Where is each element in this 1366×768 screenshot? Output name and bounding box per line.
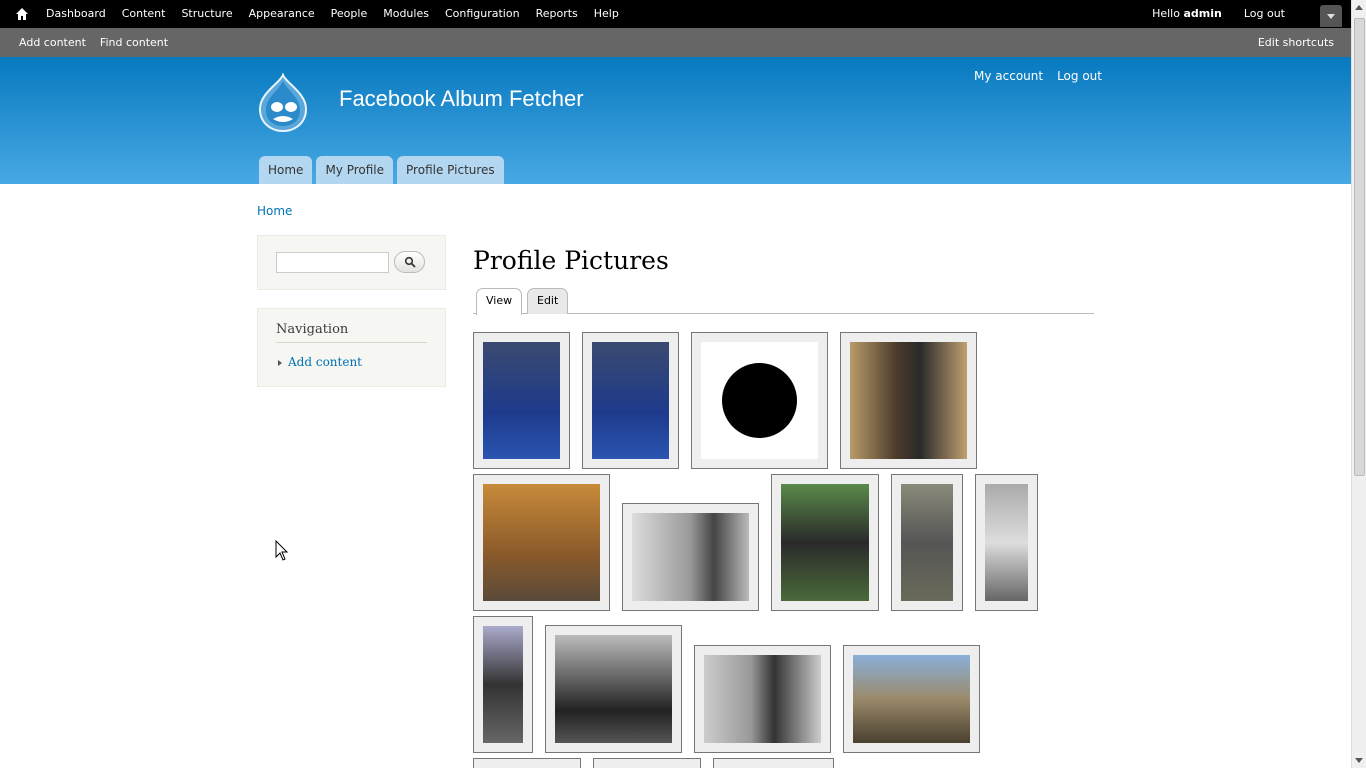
user-area: Hello admin Log out	[1152, 0, 1285, 28]
drupal-logo[interactable]	[256, 73, 310, 133]
bullet-icon	[278, 360, 282, 366]
profile-picture-10[interactable]	[473, 616, 533, 753]
my-account-link[interactable]: My account	[974, 69, 1043, 83]
admin-menu-dashboard[interactable]: Dashboard	[38, 0, 114, 28]
mouse-cursor-icon	[275, 540, 289, 561]
profile-picture-14[interactable]	[473, 758, 581, 768]
nav-add-content-link[interactable]: Add content	[288, 355, 362, 369]
shortcut-add-content[interactable]: Add content	[12, 28, 93, 57]
admin-menu-appearance[interactable]: Appearance	[241, 0, 323, 28]
navigation-block: Navigation Add content	[257, 308, 446, 387]
search-input[interactable]	[276, 252, 389, 273]
admin-toolbar: Dashboard Content Structure Appearance P…	[0, 0, 1351, 28]
profile-picture-15[interactable]	[593, 758, 701, 768]
vertical-scrollbar[interactable]	[1351, 0, 1366, 768]
shortcuts-toggle-button[interactable]	[1320, 5, 1342, 27]
search-button[interactable]	[394, 251, 425, 273]
shortcut-find-content[interactable]: Find content	[93, 28, 175, 57]
main-menu: Home My Profile Profile Pictures	[259, 156, 504, 184]
main-menu-my-profile[interactable]: My Profile	[316, 156, 394, 184]
profile-picture-7[interactable]	[771, 474, 879, 611]
profile-picture-9[interactable]	[975, 474, 1038, 611]
site-header: Facebook Album Fetcher My account Log ou…	[0, 57, 1351, 184]
main-menu-home[interactable]: Home	[259, 156, 313, 184]
main-menu-profile-pictures[interactable]: Profile Pictures	[397, 156, 504, 184]
tab-view[interactable]: View	[476, 288, 523, 315]
profile-picture-2[interactable]	[582, 332, 679, 469]
search-icon	[404, 256, 416, 268]
shortcuts-bar: Add content Find content Edit shortcuts	[0, 28, 1351, 57]
admin-menu-content[interactable]: Content	[114, 0, 174, 28]
profile-picture-1[interactable]	[473, 332, 570, 469]
tab-edit[interactable]: Edit	[527, 288, 569, 314]
breadcrumb-home-link[interactable]: Home	[257, 204, 292, 218]
search-block	[257, 235, 446, 290]
profile-picture-6[interactable]	[622, 503, 759, 611]
admin-menu-reports[interactable]: Reports	[528, 0, 586, 28]
profile-picture-8[interactable]	[891, 474, 963, 611]
edit-shortcuts-link[interactable]: Edit shortcuts	[1258, 28, 1334, 57]
scroll-down-icon[interactable]	[1355, 758, 1363, 763]
site-name[interactable]: Facebook Album Fetcher	[339, 86, 584, 112]
header-logout-link[interactable]: Log out	[1057, 69, 1102, 83]
admin-menu-configuration[interactable]: Configuration	[437, 0, 528, 28]
profile-picture-4[interactable]	[840, 332, 977, 469]
local-tabs: View Edit	[473, 287, 1094, 315]
secondary-menu: My account Log out	[974, 69, 1102, 83]
greeting: Hello admin	[1152, 0, 1222, 28]
profile-picture-12[interactable]	[694, 645, 831, 753]
greeting-prefix: Hello	[1152, 7, 1180, 20]
admin-menu-modules[interactable]: Modules	[375, 0, 437, 28]
page-title: Profile Pictures	[473, 246, 669, 275]
profile-picture-5[interactable]	[473, 474, 610, 611]
admin-menu-help[interactable]: Help	[586, 0, 627, 28]
admin-menu-structure[interactable]: Structure	[173, 0, 240, 28]
admin-menu: Dashboard Content Structure Appearance P…	[38, 0, 627, 28]
profile-picture-3[interactable]	[691, 332, 828, 469]
navigation-title: Navigation	[276, 322, 427, 343]
scroll-up-icon[interactable]	[1355, 5, 1363, 10]
profile-picture-13[interactable]	[843, 645, 980, 753]
profile-picture-11[interactable]	[545, 625, 682, 753]
toolbar-logout-link[interactable]: Log out	[1244, 0, 1285, 28]
scrollbar-thumb[interactable]	[1354, 18, 1365, 476]
admin-menu-people[interactable]: People	[323, 0, 376, 28]
username[interactable]: admin	[1183, 7, 1221, 20]
profile-picture-16[interactable]	[713, 758, 834, 768]
home-icon[interactable]	[14, 6, 30, 22]
